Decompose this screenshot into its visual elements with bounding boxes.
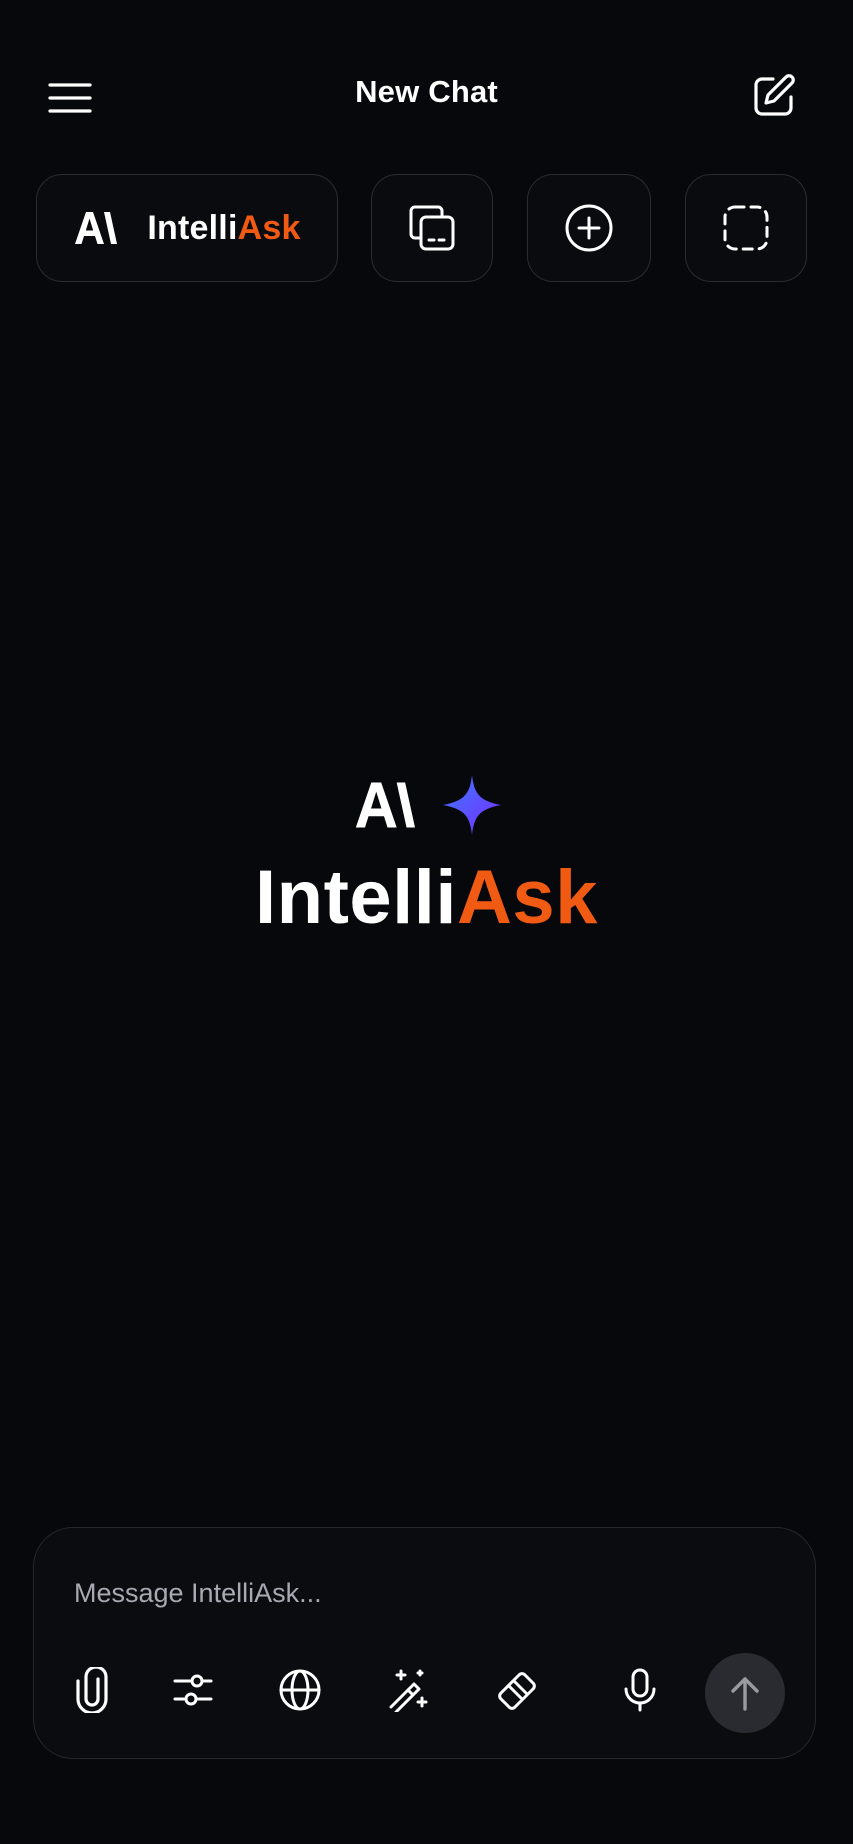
arrow-up-icon	[731, 1677, 759, 1711]
hero-icons	[0, 770, 853, 840]
sparkle-icon	[442, 775, 501, 835]
web-search-button[interactable]	[272, 1662, 328, 1718]
copy-button[interactable]	[371, 174, 493, 282]
ai-logo-icon	[75, 212, 118, 244]
sliders-icon	[173, 1674, 213, 1706]
add-button[interactable]	[527, 174, 651, 282]
screenshot-select-button[interactable]	[685, 174, 807, 282]
magic-wand-icon	[389, 1669, 428, 1712]
eraser-icon	[498, 1672, 536, 1710]
erase-button[interactable]	[490, 1662, 546, 1718]
page-title: New Chat	[355, 74, 498, 109]
settings-button[interactable]	[165, 1662, 221, 1718]
hero: IntelliAsk	[0, 770, 853, 941]
plus-circle-icon	[565, 204, 613, 252]
magic-button[interactable]	[380, 1662, 436, 1718]
edit-square-icon	[754, 74, 795, 116]
model-selector-button[interactable]: IntelliAsk	[36, 174, 338, 282]
voice-input-button[interactable]	[612, 1662, 668, 1718]
header: New Chat	[0, 0, 853, 190]
message-composer	[33, 1527, 816, 1759]
brand-name: IntelliAsk	[147, 208, 301, 247]
hero-title: IntelliAsk	[255, 855, 598, 940]
microphone-icon	[624, 1668, 656, 1712]
ai-logo-icon	[355, 782, 415, 828]
copy-icon	[409, 205, 455, 251]
new-chat-button[interactable]	[748, 70, 800, 122]
dashed-select-icon	[723, 205, 769, 251]
paperclip-icon	[76, 1667, 108, 1713]
message-input[interactable]	[74, 1578, 754, 1609]
brand-mark: IntelliAsk	[73, 209, 300, 248]
send-button[interactable]	[705, 1653, 785, 1733]
globe-icon	[279, 1669, 321, 1711]
attach-button[interactable]	[64, 1662, 120, 1718]
